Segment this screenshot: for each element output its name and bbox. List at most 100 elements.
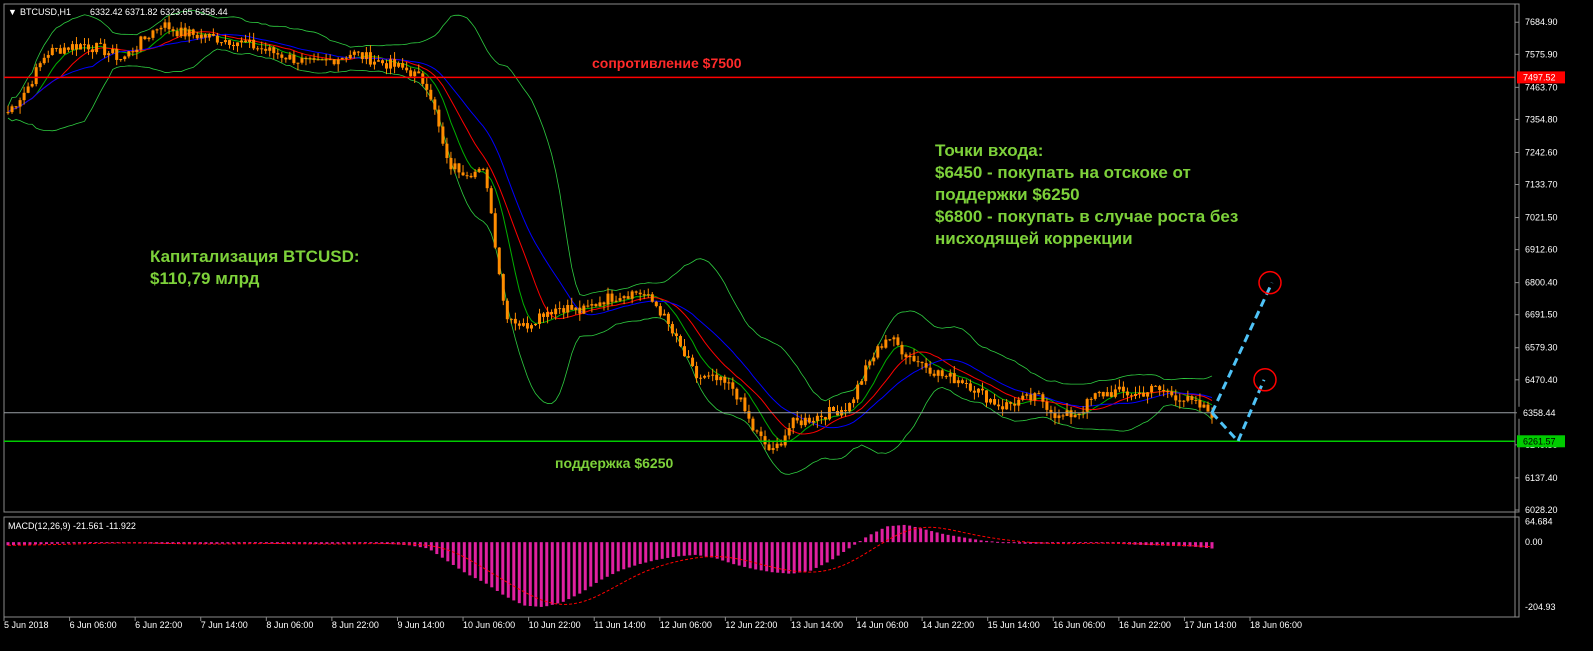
macd-bar bbox=[930, 531, 934, 543]
macd-bar bbox=[941, 533, 945, 543]
candle-body bbox=[662, 313, 666, 316]
macd-bar bbox=[446, 542, 450, 562]
candle-body bbox=[344, 57, 348, 59]
entry-title: Точки входа: bbox=[935, 141, 1044, 160]
candle-body bbox=[6, 112, 10, 114]
macd-bar bbox=[809, 542, 813, 571]
macd-bar bbox=[28, 542, 32, 545]
macd-bar bbox=[721, 542, 725, 561]
candle-body bbox=[566, 304, 570, 313]
candle-body bbox=[928, 367, 932, 374]
macd-bar bbox=[743, 542, 747, 567]
macd-bar bbox=[726, 542, 730, 563]
macd-bar bbox=[39, 542, 43, 545]
candle-body bbox=[320, 59, 324, 61]
trading-chart[interactable]: 7684.90 7575.90 7463.70 7354.80 7242.60 7133.… bbox=[0, 0, 1593, 646]
candle-body bbox=[99, 42, 103, 44]
candle-body bbox=[445, 143, 449, 158]
candle-body bbox=[179, 27, 183, 37]
candle-body bbox=[823, 417, 827, 420]
macd-bar bbox=[589, 542, 593, 587]
candle-body bbox=[1138, 392, 1142, 394]
candle-body bbox=[131, 51, 135, 53]
macd-bar bbox=[853, 542, 857, 545]
candle-body bbox=[1158, 386, 1162, 390]
candle-body bbox=[1061, 415, 1065, 417]
entry-points-block: Точки входа: $6450 - покупать на отскоке… bbox=[935, 140, 1238, 250]
candle-body bbox=[964, 382, 968, 384]
candle-body bbox=[570, 304, 574, 310]
macd-bar bbox=[1210, 542, 1214, 549]
candle-body bbox=[674, 333, 678, 337]
macd-bar bbox=[803, 542, 807, 572]
macd-bar bbox=[924, 529, 928, 543]
candle-body bbox=[272, 47, 276, 54]
macd-bar bbox=[473, 542, 477, 579]
candle-body bbox=[997, 404, 1001, 407]
macd-bar bbox=[44, 542, 48, 545]
time-tick-label: 10 Jun 22:00 bbox=[529, 620, 581, 630]
chart-svg[interactable]: 7684.90 7575.90 7463.70 7354.80 7242.60 7133.… bbox=[0, 0, 1593, 646]
candle-body bbox=[856, 384, 860, 400]
price-tick-label: 6137.40 bbox=[1525, 473, 1558, 483]
candle-body bbox=[183, 27, 187, 37]
time-tick-label: 9 Jun 14:00 bbox=[397, 620, 444, 630]
macd-bar bbox=[616, 542, 620, 572]
time-tick-label: 14 Jun 22:00 bbox=[922, 620, 974, 630]
candle-body bbox=[807, 417, 811, 423]
macd-bar bbox=[759, 542, 763, 571]
macd-bar bbox=[671, 542, 675, 558]
candle-body bbox=[103, 43, 107, 56]
candle-body bbox=[944, 376, 948, 378]
candle-body bbox=[26, 86, 30, 93]
macd-bar bbox=[451, 542, 455, 565]
candle-body bbox=[469, 175, 473, 178]
price-tick-label: 7575.90 bbox=[1525, 49, 1558, 59]
candle-body bbox=[787, 428, 791, 436]
candle-body bbox=[1206, 404, 1210, 412]
candle-body bbox=[1150, 385, 1154, 393]
candle-body bbox=[550, 311, 554, 315]
macd-bar bbox=[919, 528, 923, 543]
macd-bar bbox=[1001, 542, 1005, 544]
macd-bar bbox=[77, 542, 81, 544]
candle-body bbox=[1129, 395, 1133, 397]
price-badge-label: 6358.44 bbox=[1523, 408, 1556, 418]
candle-body bbox=[389, 59, 393, 69]
macd-bar bbox=[847, 542, 851, 549]
candle-body bbox=[501, 274, 505, 301]
candle-body bbox=[70, 44, 74, 50]
candle-body bbox=[413, 71, 417, 77]
macd-tick-label: 0.00 bbox=[1525, 537, 1543, 547]
candle-body bbox=[1037, 393, 1041, 395]
candle-body bbox=[751, 418, 755, 431]
macd-bar bbox=[572, 542, 576, 597]
candle-body bbox=[1097, 391, 1101, 394]
candle-body bbox=[260, 48, 264, 50]
candle-body bbox=[268, 47, 272, 51]
candle-body bbox=[634, 291, 638, 293]
candle-body bbox=[626, 296, 630, 299]
candle-body bbox=[666, 313, 670, 325]
macd-bar bbox=[605, 542, 609, 577]
candle-body bbox=[815, 415, 819, 421]
candle-body bbox=[864, 365, 868, 382]
candle-body bbox=[892, 337, 896, 340]
macd-bar bbox=[83, 542, 87, 544]
macd-bar bbox=[825, 542, 829, 563]
macd-bar bbox=[908, 525, 912, 543]
macd-bar bbox=[72, 542, 76, 544]
candle-body bbox=[1121, 386, 1125, 392]
candle-body bbox=[1021, 395, 1025, 400]
candle-body bbox=[1033, 393, 1037, 401]
candle-body bbox=[908, 355, 912, 358]
candle-body bbox=[167, 22, 171, 30]
macd-bar bbox=[583, 542, 587, 591]
candle-body bbox=[191, 29, 195, 35]
symbol-arrow-icon[interactable]: ▼ bbox=[8, 7, 17, 17]
candle-body bbox=[308, 58, 312, 60]
candle-body bbox=[1113, 389, 1117, 397]
candle-body bbox=[723, 376, 727, 383]
candle-body bbox=[1142, 392, 1146, 397]
macd-bar bbox=[704, 542, 708, 557]
